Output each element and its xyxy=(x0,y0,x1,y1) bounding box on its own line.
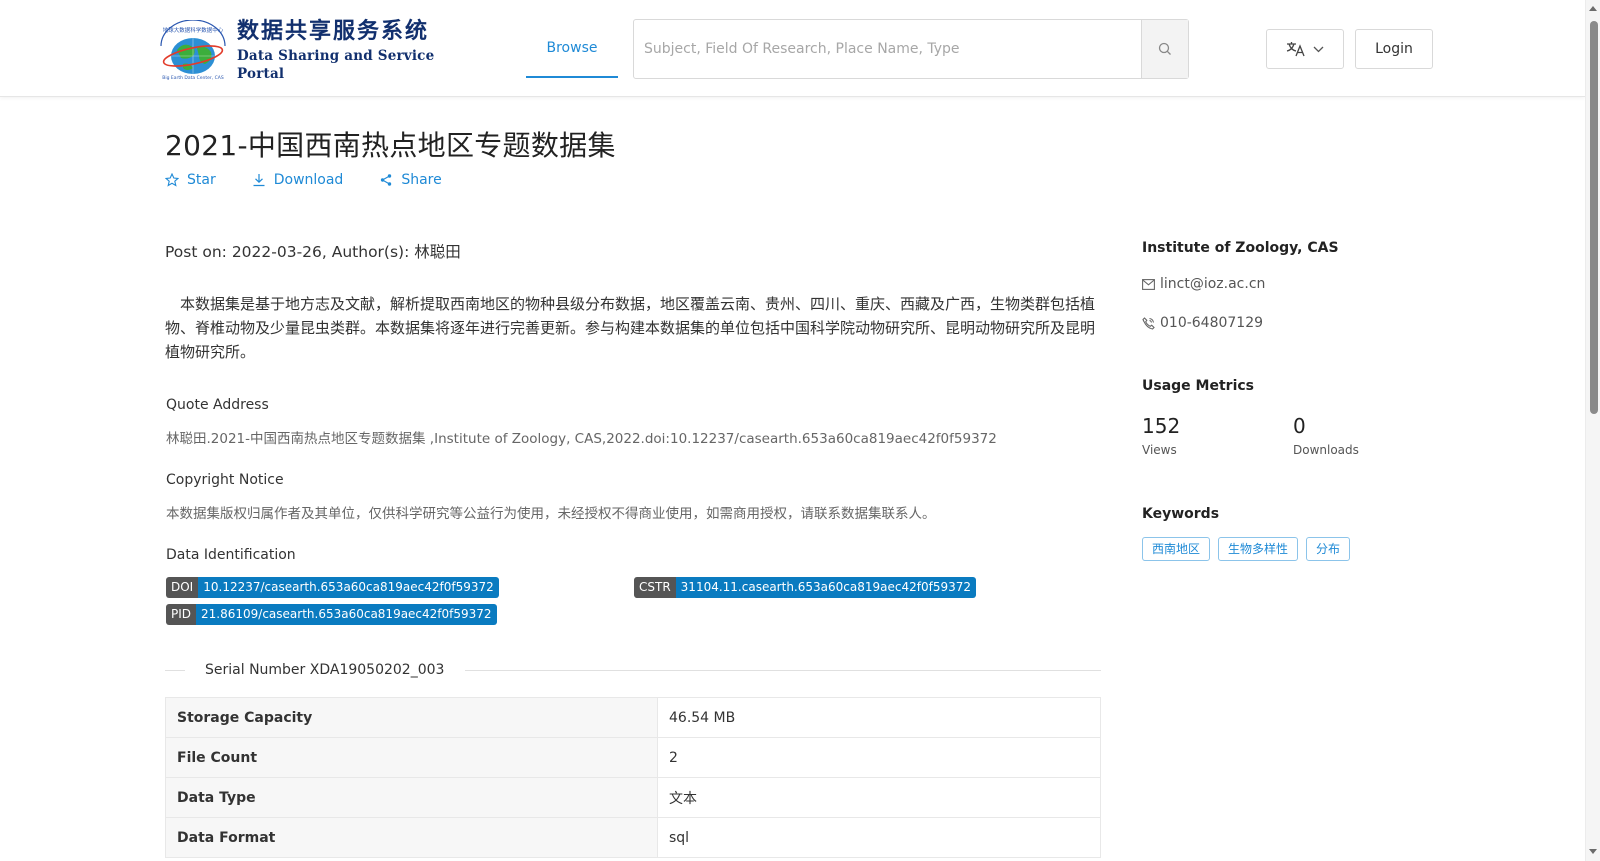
usage-metrics-heading: Usage Metrics xyxy=(1142,378,1254,394)
keyword-tag[interactable]: 西南地区 xyxy=(1142,537,1211,561)
keyword-tag[interactable]: 生物多样性 xyxy=(1218,537,1299,561)
table-key: Data Format xyxy=(165,817,658,858)
site-logo[interactable]: 地球大数据科学数据中心 Big Earth Data Center, CAS 数… xyxy=(153,18,443,82)
keywords-heading: Keywords xyxy=(1142,506,1220,522)
share-icon xyxy=(381,174,392,186)
download-label: Download xyxy=(273,172,344,188)
search-button[interactable] xyxy=(1141,20,1188,78)
contact-phone: 010-64807129 xyxy=(1142,315,1263,331)
svg-text:Big Earth Data Center, CAS: Big Earth Data Center, CAS xyxy=(162,75,224,80)
star-button[interactable]: Star xyxy=(165,172,216,188)
svg-text:地球大数据科学数据中心: 地球大数据科学数据中心 xyxy=(163,26,224,34)
star-icon xyxy=(165,173,179,187)
divider-line xyxy=(465,670,1101,671)
top-header: 地球大数据科学数据中心 Big Earth Data Center, CAS 数… xyxy=(0,0,1585,97)
pid-key: PID xyxy=(166,604,197,625)
copyright-text: 本数据集版权归属作者及其单位，仅供科学研究等公益行为使用，未经授权不得商业使用，… xyxy=(166,506,936,522)
serial-number: Serial Number XDA19050202_003 xyxy=(205,662,445,678)
page-title: 2021-中国西南热点地区专题数据集 xyxy=(165,129,616,162)
search-bar xyxy=(633,19,1189,79)
search-input[interactable] xyxy=(634,20,1141,78)
table-row: Data Type 文本 xyxy=(165,777,1101,818)
chevron-down-icon xyxy=(1313,46,1324,52)
quote-address-text: 林聪田.2021-中国西南热点地区专题数据集 ,Institute of Zoo… xyxy=(166,431,997,447)
share-label: Share xyxy=(401,172,442,188)
keyword-list: 西南地区 生物多样性 分布 xyxy=(1142,537,1351,561)
scroll-up-arrow[interactable] xyxy=(1589,6,1597,11)
cstr-value: 31104.11.casearth.653a60ca819aec42f0f593… xyxy=(675,577,976,598)
institute-name: Institute of Zoology, CAS xyxy=(1142,240,1339,256)
table-row: File Count 2 xyxy=(165,737,1101,778)
translate-icon xyxy=(1286,42,1305,57)
email-text: linct@ioz.ac.cn xyxy=(1160,276,1266,292)
table-value: sql xyxy=(657,817,1101,858)
doi-key: DOI xyxy=(166,577,199,598)
mail-icon xyxy=(1142,278,1155,290)
logo-text: 数据共享服务系统 Data Sharing and Service Portal xyxy=(237,17,443,83)
post-info: Post on: 2022-03-26, Author(s): 林聪田 xyxy=(165,243,461,261)
dataset-actions: Star Download Share xyxy=(165,172,442,188)
download-icon xyxy=(253,174,265,187)
dataset-info-table: Storage Capacity 46.54 MB File Count 2 D… xyxy=(165,697,1101,858)
data-identification-label: Data Identification xyxy=(166,547,296,563)
download-button[interactable]: Download xyxy=(252,172,344,188)
pid-value: 21.86109/casearth.653a60ca819aec42f0f593… xyxy=(196,604,497,625)
keyword-tag[interactable]: 分布 xyxy=(1306,537,1351,561)
share-button[interactable]: Share xyxy=(379,172,442,188)
search-icon xyxy=(1158,42,1171,55)
language-switch-button[interactable] xyxy=(1266,29,1344,69)
doi-badge[interactable]: DOI 10.12237/casearth.653a60ca819aec42f0… xyxy=(166,577,499,598)
table-key: Storage Capacity xyxy=(165,697,658,738)
table-key: File Count xyxy=(165,737,658,778)
logo-title-en: Data Sharing and Service Portal xyxy=(237,48,435,82)
pid-badge[interactable]: PID 21.86109/casearth.653a60ca819aec42f0… xyxy=(166,604,497,625)
table-value: 46.54 MB xyxy=(657,697,1101,738)
views-count: 152 xyxy=(1142,414,1181,438)
downloads-count: 0 xyxy=(1293,414,1306,438)
contact-email[interactable]: linct@ioz.ac.cn xyxy=(1142,276,1265,292)
table-value: 2 xyxy=(657,737,1101,778)
scroll-down-arrow[interactable] xyxy=(1589,849,1597,854)
cstr-badge[interactable]: CSTR 31104.11.casearth.653a60ca819aec42f… xyxy=(634,577,976,598)
star-label: Star xyxy=(187,172,216,188)
doi-value: 10.12237/casearth.653a60ca819aec42f0f593… xyxy=(198,577,499,598)
quote-address-label: Quote Address xyxy=(166,397,269,413)
globe-logo-icon: 地球大数据科学数据中心 Big Earth Data Center, CAS xyxy=(153,19,233,81)
dataset-description: 本数据集是基于地方志及文献，解析提取西南地区的物种县级分布数据，地区覆盖云南、贵… xyxy=(165,295,1096,361)
table-value: 文本 xyxy=(657,777,1101,818)
cstr-key: CSTR xyxy=(634,577,676,598)
divider-line xyxy=(165,670,185,671)
downloads-label: Downloads xyxy=(1293,443,1359,457)
table-key: Data Type xyxy=(165,777,658,818)
login-button[interactable]: Login xyxy=(1355,29,1433,69)
scroll-thumb[interactable] xyxy=(1590,21,1598,414)
views-label: Views xyxy=(1142,443,1177,457)
nav-browse-tab[interactable]: Browse xyxy=(526,20,618,78)
table-row: Storage Capacity 46.54 MB xyxy=(165,697,1101,738)
logo-title-cn: 数据共享服务系统 xyxy=(237,19,430,44)
copyright-label: Copyright Notice xyxy=(166,472,284,488)
table-row: Data Format sql xyxy=(165,817,1101,858)
serial-number-divider: Serial Number XDA19050202_003 xyxy=(165,660,1101,680)
page-scrollbar[interactable] xyxy=(1585,0,1600,861)
phone-icon xyxy=(1142,316,1155,330)
phone-text: 010-64807129 xyxy=(1160,315,1264,331)
